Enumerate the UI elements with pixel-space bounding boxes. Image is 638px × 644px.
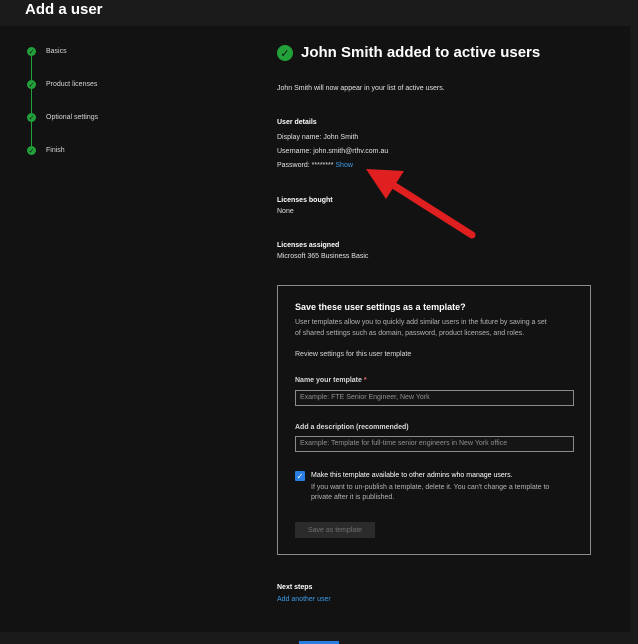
template-description-label: Add a description (recommended) — [295, 424, 409, 431]
check-icon: ✓ — [27, 113, 36, 122]
annotation-arrow-icon — [366, 169, 476, 239]
licenses-assigned-heading: Licenses assigned — [277, 242, 340, 249]
publish-template-help: private after it is published. — [311, 494, 395, 501]
step-label: Basics — [46, 48, 67, 55]
step-product-licenses[interactable]: ✓ Product licenses — [27, 80, 97, 89]
step-connector — [31, 89, 32, 113]
success-check-icon: ✓ — [277, 45, 293, 61]
username-label: Username: — [277, 148, 312, 155]
display-name-label: Display name: — [277, 134, 322, 141]
publish-template-help: If you want to un-publish a template, de… — [311, 484, 550, 491]
step-label: Finish — [46, 147, 65, 154]
licenses-bought-value: None — [277, 208, 294, 215]
check-icon: ✓ — [27, 80, 36, 89]
step-basics[interactable]: ✓ Basics — [27, 47, 67, 56]
publish-template-label: Make this template available to other ad… — [311, 472, 513, 479]
required-marker: * — [363, 377, 367, 384]
panel-title: Add a user — [25, 1, 103, 18]
display-name-value: John Smith — [323, 134, 359, 141]
licenses-bought-heading: Licenses bought — [277, 197, 333, 204]
template-description-line: of shared settings such as domain, passw… — [295, 330, 525, 337]
display-name-row: Display name: John Smith — [277, 134, 358, 141]
step-label: Product licenses — [46, 81, 98, 88]
licenses-assigned-value: Microsoft 365 Business Basic — [277, 253, 369, 260]
step-connector — [31, 122, 32, 146]
step-label: Optional settings — [46, 114, 99, 121]
template-card-title: Save these user settings as a template? — [295, 302, 466, 312]
save-as-template-button[interactable]: Save as template — [295, 522, 375, 538]
add-another-user-link[interactable]: Add another user — [277, 596, 331, 603]
username-value: john.smith@rthv.com.au — [313, 148, 389, 155]
username-row: Username: john.smith@rthv.com.au — [277, 148, 388, 155]
step-connector — [31, 56, 32, 80]
step-finish[interactable]: ✓ Finish — [27, 146, 65, 155]
success-message: John Smith will now appear in your list … — [277, 85, 445, 92]
publish-template-checkbox[interactable]: ✓ — [295, 471, 305, 481]
show-password-link[interactable]: Show — [335, 162, 353, 169]
template-name-label: Name your template * — [295, 377, 367, 384]
template-description-input[interactable]: Example: Template for full-time senior e… — [295, 436, 574, 452]
password-mask: ******** — [311, 162, 334, 169]
review-settings-link[interactable]: Review settings for this user template — [295, 351, 411, 358]
panel-scroll-edge — [630, 0, 638, 644]
template-name-input[interactable]: Example: FTE Senior Engineer, New York — [295, 390, 574, 406]
check-icon: ✓ — [27, 146, 36, 155]
password-label: Password: — [277, 162, 310, 169]
success-title: John Smith added to active users — [301, 44, 541, 61]
password-row: Password: ******** Show — [277, 162, 353, 169]
template-description-line: User templates allow you to quickly add … — [295, 319, 547, 326]
check-icon: ✓ — [27, 47, 36, 56]
step-optional-settings[interactable]: ✓ Optional settings — [27, 113, 98, 122]
user-details-heading: User details — [277, 119, 317, 126]
next-steps-heading: Next steps — [277, 584, 313, 591]
